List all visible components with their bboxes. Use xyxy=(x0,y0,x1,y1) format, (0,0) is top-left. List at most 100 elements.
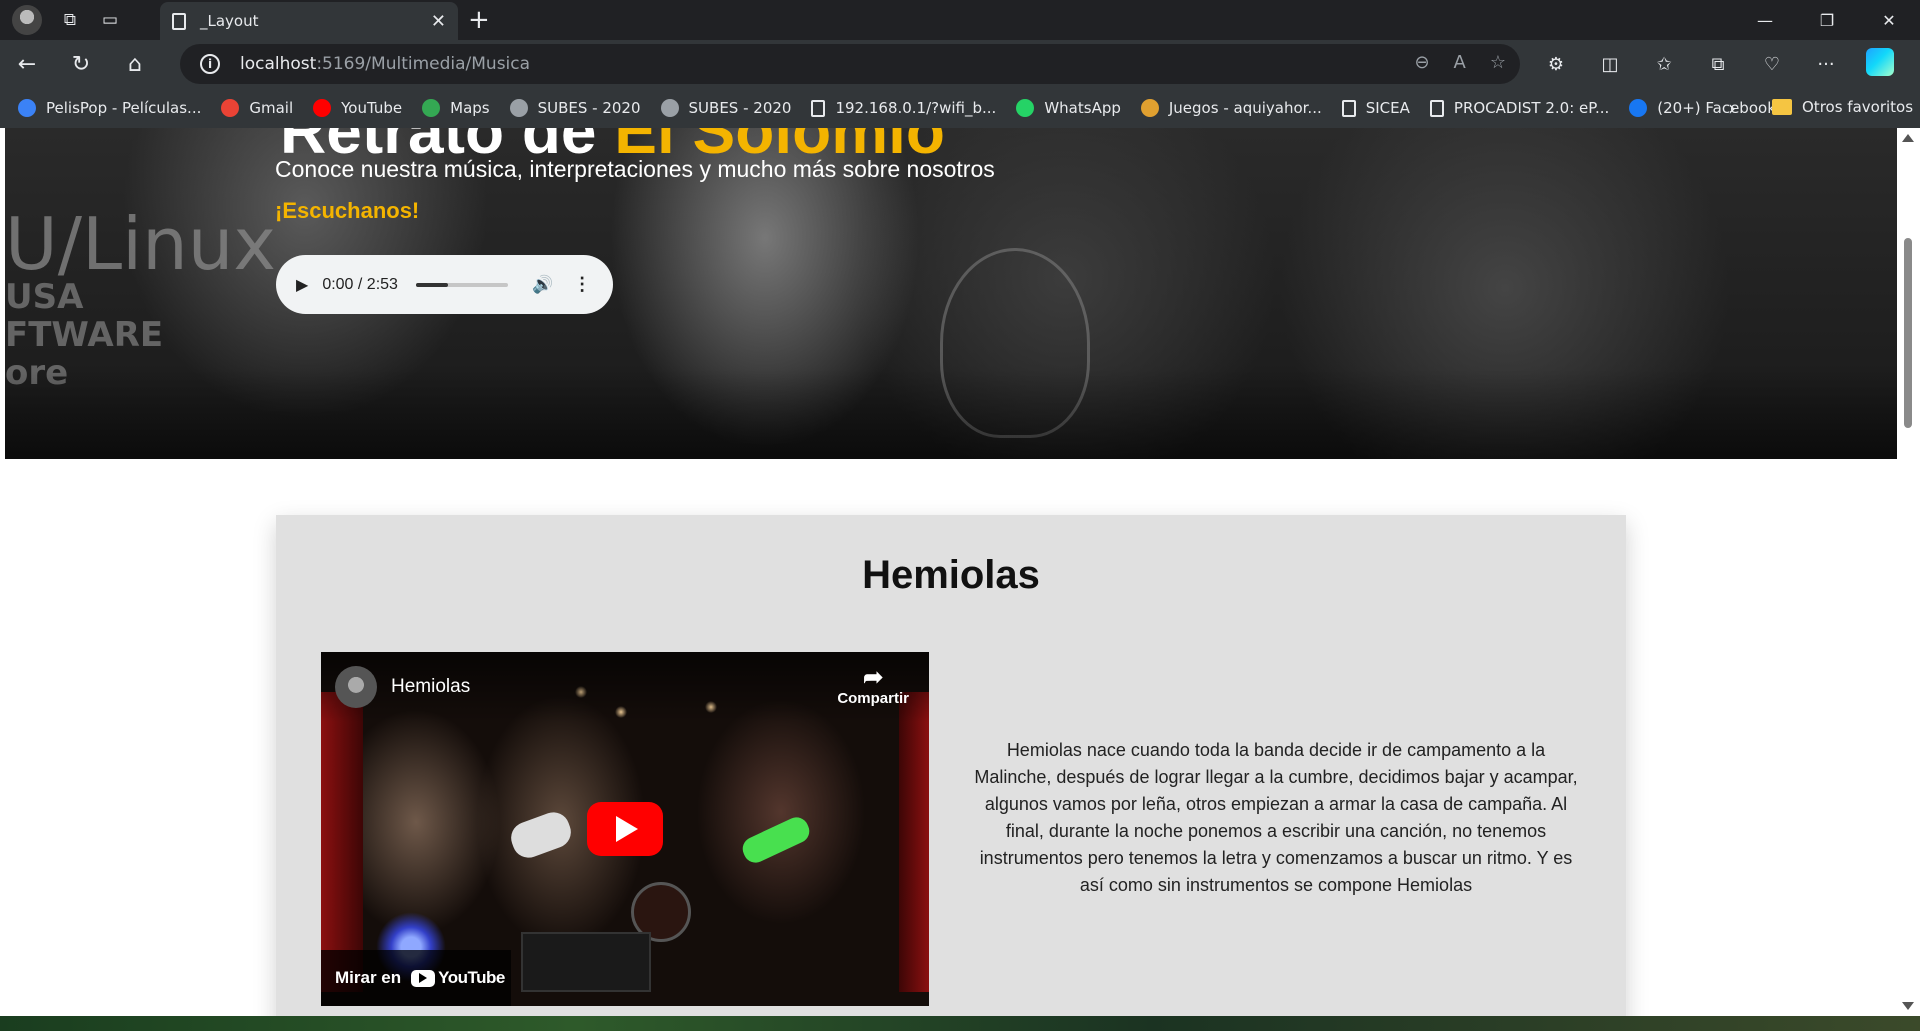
volume-icon[interactable]: 🔊 xyxy=(532,275,553,295)
address-bar[interactable]: i localhost:5169/Multimedia/Musica ⊖ A ☆ xyxy=(180,44,1520,84)
extensions-icon[interactable]: ⚙ xyxy=(1535,54,1577,75)
page-icon xyxy=(172,12,186,30)
video-amp xyxy=(521,932,651,992)
scroll-up-icon[interactable] xyxy=(1902,134,1914,142)
minimize-icon[interactable]: — xyxy=(1734,0,1796,40)
bookmark-item[interactable]: YouTube xyxy=(313,99,402,117)
tab-title: _Layout xyxy=(200,12,259,30)
share-label: Compartir xyxy=(837,690,909,707)
bookmark-item[interactable]: PROCADIST 2.0: eP... xyxy=(1429,99,1609,117)
bookmark-icon xyxy=(1629,99,1648,117)
url-path: :5169/Multimedia/Musica xyxy=(316,54,531,74)
bookmark-label: SUBES - 2020 xyxy=(688,99,792,117)
hero-background-wall-text: U/Linux xyxy=(5,202,276,286)
copilot-icon[interactable] xyxy=(1859,47,1901,81)
zoom-icon[interactable]: ⊖ xyxy=(1414,52,1429,73)
bookmark-item[interactable]: Gmail xyxy=(221,99,293,117)
audio-seek-progress xyxy=(415,282,449,287)
song-description: Hemiolas nace cuando toda la banda decid… xyxy=(974,740,1578,895)
bookmark-icon xyxy=(660,99,679,117)
bookmark-item[interactable]: SUBES - 2020 xyxy=(660,99,792,117)
close-window-icon[interactable]: ✕ xyxy=(1858,0,1920,40)
bookmark-icon xyxy=(1016,99,1035,117)
more-bookmarks-icon[interactable]: › xyxy=(1728,96,1736,120)
desktop-background-strip xyxy=(0,1016,1920,1031)
close-tab-icon[interactable]: ✕ xyxy=(431,11,446,32)
bookmarks-bar: PelisPop - Películas... Gmail YouTube Maps S… xyxy=(0,88,1920,128)
bookmark-icon xyxy=(509,99,528,117)
bookmark-label: (20+) Facebook xyxy=(1657,99,1776,117)
folder-icon xyxy=(1772,99,1792,115)
youtube-embed[interactable]: Hemiolas ➦ Compartir Mirar en YouTube xyxy=(321,652,929,1006)
bookmark-label: WhatsApp xyxy=(1044,99,1121,117)
share-button[interactable]: ➦ Compartir xyxy=(837,664,909,708)
play-icon[interactable]: ▶ xyxy=(296,275,308,295)
read-aloud-icon[interactable]: A xyxy=(1454,52,1466,73)
bookmark-icon xyxy=(422,99,441,117)
home-icon[interactable]: ⌂ xyxy=(108,40,162,88)
bookmark-icon xyxy=(1341,99,1356,117)
back-icon[interactable]: ← xyxy=(0,40,54,88)
audio-options-icon[interactable]: ⋮ xyxy=(573,274,591,295)
page-scrollbar[interactable] xyxy=(1897,128,1920,1016)
tab-bar: ⧉ ▭ _Layout ✕ + — ❐ ✕ xyxy=(0,0,1920,40)
window-controls: — ❐ ✕ xyxy=(1734,0,1920,40)
song-card: Hemiolas Hemiolas ➦ Compartir Mirar en Yo… xyxy=(276,515,1626,1016)
bookmark-icon xyxy=(1140,99,1159,117)
reload-icon[interactable]: ↻ xyxy=(54,40,108,88)
restore-icon[interactable]: ❐ xyxy=(1796,0,1858,40)
bookmark-item[interactable]: 192.168.0.1/?wifi_b... xyxy=(811,99,996,117)
browser-toolbar: ← ↻ ⌂ i localhost:5169/Multimedia/Musica… xyxy=(0,40,1920,88)
site-info-icon[interactable]: i xyxy=(200,54,220,74)
hero-banner: U/Linux USA FTWARE ore Retrato de El Sol… xyxy=(5,128,1897,459)
other-favorites-folder[interactable]: Otros favoritos xyxy=(1772,98,1913,116)
tab-actions-icon[interactable]: ▭ xyxy=(90,0,130,40)
play-triangle-icon xyxy=(616,816,638,842)
hero-subtitle: Conoce nuestra música, interpretaciones … xyxy=(275,156,995,182)
bookmark-label: Juegos - aquiyahor... xyxy=(1168,99,1322,117)
hero-cta: ¡Escuchanos! xyxy=(275,198,420,223)
share-icon: ➦ xyxy=(863,664,884,691)
bookmark-item[interactable]: (20+) Facebook xyxy=(1629,99,1776,117)
video-title[interactable]: Hemiolas xyxy=(391,676,470,698)
bookmark-icon xyxy=(1429,99,1444,117)
audio-seek-bar[interactable] xyxy=(415,282,508,287)
other-favorites-label: Otros favoritos xyxy=(1802,98,1914,116)
video-curtain-left xyxy=(321,692,363,992)
browser-tab[interactable]: _Layout ✕ xyxy=(160,2,458,40)
youtube-logo-icon: YouTube xyxy=(411,968,505,988)
scroll-thumb[interactable] xyxy=(1904,238,1912,428)
scroll-down-icon[interactable] xyxy=(1902,1002,1914,1010)
audio-time: 0:00 / 2:53 xyxy=(322,275,398,293)
bookmark-item[interactable]: SUBES - 2020 xyxy=(509,99,641,117)
new-tab-button[interactable]: + xyxy=(468,4,490,36)
bookmark-item[interactable]: WhatsApp xyxy=(1016,99,1121,117)
favorite-star-icon[interactable]: ☆ xyxy=(1490,52,1506,73)
audio-player[interactable]: ▶ 0:00 / 2:53 🔊 ⋮ xyxy=(276,255,613,314)
browser-essentials-icon[interactable]: ♡ xyxy=(1751,54,1793,75)
page-viewport: U/Linux USA FTWARE ore Retrato de El Sol… xyxy=(5,128,1897,1016)
bookmark-item[interactable]: Maps xyxy=(422,99,490,117)
bookmark-label: SICEA xyxy=(1365,99,1410,117)
split-screen-icon[interactable]: ◫ xyxy=(1589,54,1631,75)
bookmark-label: Maps xyxy=(450,99,490,117)
url-host: localhost xyxy=(240,54,317,74)
bookmark-item[interactable]: SICEA xyxy=(1341,99,1410,117)
workspaces-icon[interactable]: ⧉ xyxy=(50,0,90,40)
bookmark-item[interactable]: Juegos - aquiyahor... xyxy=(1140,99,1322,117)
bookmark-label: Gmail xyxy=(249,99,294,117)
favorites-icon[interactable]: ✩ xyxy=(1643,54,1685,75)
collections-icon[interactable]: ⧉ xyxy=(1697,54,1739,75)
watch-on-youtube-button[interactable]: Mirar en YouTube xyxy=(321,950,511,1006)
song-title: Hemiolas xyxy=(862,553,1040,597)
bookmark-label: YouTube xyxy=(341,99,403,117)
channel-avatar[interactable] xyxy=(335,666,377,708)
bookmark-icon xyxy=(18,99,36,117)
bookmark-icon xyxy=(811,99,826,117)
more-menu-icon[interactable]: ··· xyxy=(1805,54,1847,75)
youtube-play-button[interactable] xyxy=(587,802,663,856)
youtube-logo-text: YouTube xyxy=(438,968,505,987)
profile-avatar[interactable] xyxy=(12,5,42,35)
bookmark-item[interactable]: PelisPop - Películas... xyxy=(18,99,201,117)
bookmark-icon xyxy=(313,99,332,117)
